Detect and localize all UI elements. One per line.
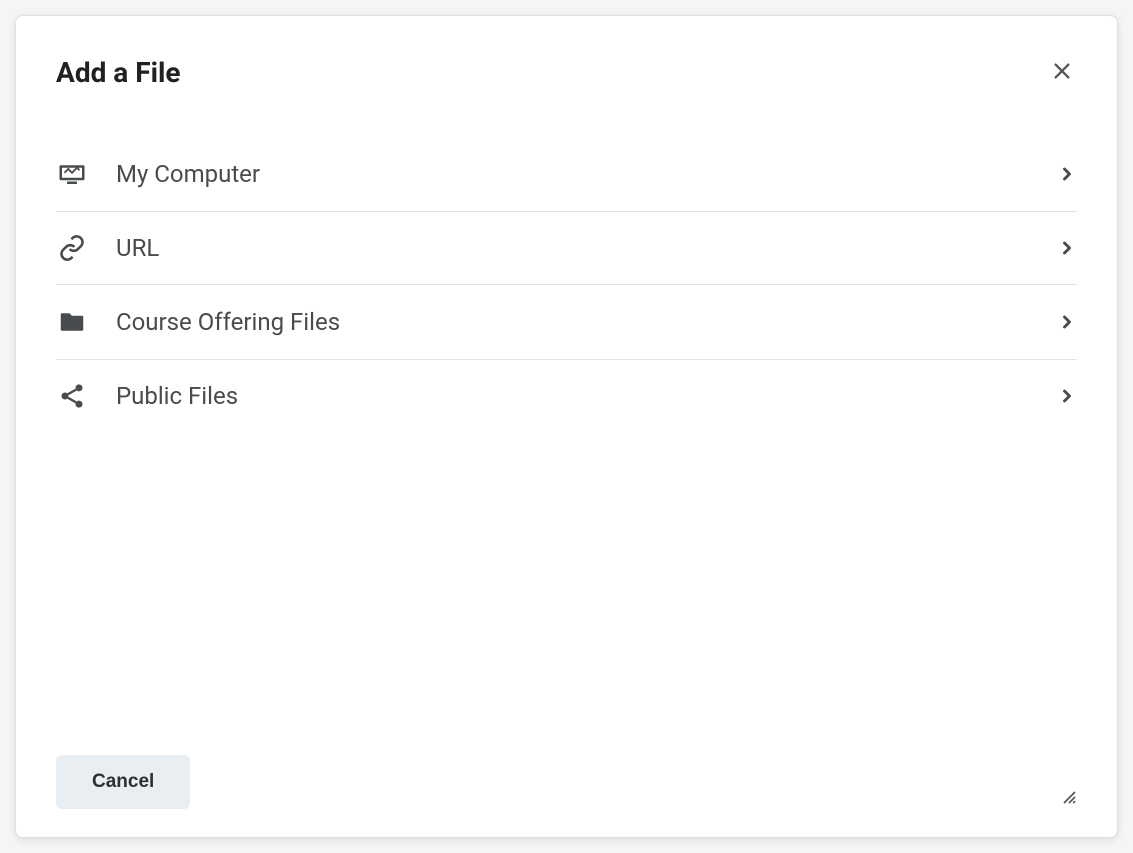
dialog-title: Add a File [56, 56, 181, 89]
option-label: Course Offering Files [116, 308, 1029, 336]
close-button[interactable] [1047, 56, 1077, 89]
chevron-right-icon [1057, 238, 1077, 258]
option-label: Public Files [116, 382, 1029, 410]
chevron-right-icon [1057, 312, 1077, 332]
chevron-right-icon [1057, 164, 1077, 184]
resize-handle[interactable] [1057, 785, 1077, 809]
spacer [56, 432, 1077, 755]
close-icon [1051, 60, 1073, 85]
option-label: URL [116, 234, 1029, 262]
option-label: My Computer [116, 160, 1029, 188]
cancel-button[interactable]: Cancel [56, 755, 190, 809]
dialog-footer: Cancel [56, 755, 1077, 809]
dialog-header: Add a File [56, 56, 1077, 89]
option-my-computer[interactable]: My Computer [56, 137, 1077, 212]
computer-icon [56, 159, 88, 189]
add-file-dialog: Add a File My Computer [15, 15, 1118, 838]
option-url[interactable]: URL [56, 212, 1077, 285]
source-options-list: My Computer URL [56, 137, 1077, 432]
share-icon [56, 382, 88, 410]
option-public-files[interactable]: Public Files [56, 360, 1077, 432]
link-icon [56, 234, 88, 262]
chevron-right-icon [1057, 386, 1077, 406]
folder-icon [56, 307, 88, 337]
option-course-offering-files[interactable]: Course Offering Files [56, 285, 1077, 360]
